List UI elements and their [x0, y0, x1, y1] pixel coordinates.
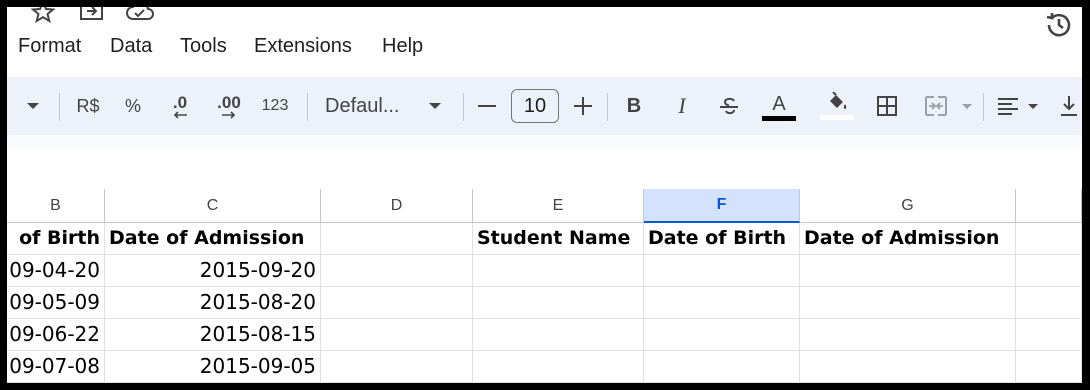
cell-e2[interactable]	[473, 255, 644, 287]
menu-extensions[interactable]: Extensions	[254, 35, 352, 58]
toolbar: R$ % .0 .00 123 Defaul... 10 B I A	[7, 77, 1082, 135]
toolbar-divider	[983, 93, 984, 121]
column-header-b[interactable]: B	[7, 189, 105, 223]
column-header-f[interactable]: F	[644, 189, 800, 223]
text-color-label: A	[772, 92, 786, 115]
cell-c4[interactable]: 2015-08-15	[105, 319, 321, 351]
font-dropdown-icon[interactable]	[425, 77, 445, 135]
menu-format[interactable]: Format	[18, 35, 81, 58]
merge-dropdown-icon[interactable]	[959, 77, 975, 135]
column-header-c[interactable]: C	[105, 189, 321, 223]
cell-h1[interactable]	[1016, 223, 1082, 255]
version-history-icon[interactable]	[1043, 9, 1075, 41]
menu-bar: Format Data Tools Extensions Help	[7, 29, 1082, 63]
cell-f1[interactable]: Date of Birth	[644, 223, 800, 255]
cell-f4[interactable]	[644, 319, 800, 351]
move-icon[interactable]	[79, 7, 105, 23]
percent-button[interactable]: %	[119, 77, 147, 135]
cell-g3[interactable]	[800, 287, 1016, 319]
cell-g2[interactable]	[800, 255, 1016, 287]
column-header-h[interactable]	[1016, 189, 1082, 223]
cell-f3[interactable]	[644, 287, 800, 319]
decrease-decimal-label: .0	[172, 92, 188, 112]
cell-b1[interactable]: of Birth	[7, 223, 105, 255]
cell-e4[interactable]	[473, 319, 644, 351]
vertical-align-icon[interactable]	[1057, 77, 1081, 135]
font-size-input[interactable]: 10	[511, 89, 559, 123]
cell-d2[interactable]	[321, 255, 473, 287]
decrease-font-size-button[interactable]	[475, 77, 499, 135]
menu-tools[interactable]: Tools	[180, 35, 227, 58]
paint-bucket-icon	[830, 92, 847, 109]
cell-e3[interactable]	[473, 287, 644, 319]
cell-h3[interactable]	[1016, 287, 1082, 319]
toolbar-divider	[307, 93, 308, 121]
fill-color-swatch	[820, 115, 854, 120]
arrow-left-icon	[173, 110, 187, 119]
cell-c1[interactable]: Date of Admission	[105, 223, 321, 255]
cell-d1[interactable]	[321, 223, 473, 255]
cell-b3[interactable]: 09-05-09	[7, 287, 105, 319]
cell-b5[interactable]: 09-07-08	[7, 351, 105, 383]
column-header-e[interactable]: E	[473, 189, 644, 223]
font-family-select[interactable]: Defaul...	[325, 77, 411, 135]
cell-h4[interactable]	[1016, 319, 1082, 351]
more-formats-button[interactable]: 123	[257, 77, 293, 135]
cell-f5[interactable]	[644, 351, 800, 383]
cell-g1[interactable]: Date of Admission	[800, 223, 1016, 255]
sheet-grid: B C D E F G of Birth Date of Admission S…	[7, 189, 1082, 383]
cell-c3[interactable]: 2015-08-20	[105, 287, 321, 319]
cell-c5[interactable]: 2015-09-05	[105, 351, 321, 383]
menu-data[interactable]: Data	[110, 35, 152, 58]
cell-g4[interactable]	[800, 319, 1016, 351]
cell-f2[interactable]	[644, 255, 800, 287]
borders-icon[interactable]	[873, 77, 901, 135]
bold-button[interactable]: B	[621, 77, 647, 135]
cell-d3[interactable]	[321, 287, 473, 319]
cell-d5[interactable]	[321, 351, 473, 383]
cell-g5[interactable]	[800, 351, 1016, 383]
arrow-right-icon	[222, 110, 236, 119]
decrease-decimal-button[interactable]: .0	[163, 77, 197, 135]
cell-d4[interactable]	[321, 319, 473, 351]
cell-h2[interactable]	[1016, 255, 1082, 287]
cell-h5[interactable]	[1016, 351, 1082, 383]
currency-button[interactable]: R$	[71, 77, 105, 135]
spreadsheet-window: Format Data Tools Extensions Help R$ % .…	[7, 7, 1082, 383]
align-left-icon[interactable]	[995, 77, 1021, 135]
column-header-g[interactable]: G	[800, 189, 1016, 223]
toolbar-divider	[607, 93, 608, 121]
merge-cells-icon[interactable]	[921, 77, 951, 135]
cell-e1[interactable]: Student Name	[473, 223, 644, 255]
italic-button[interactable]: I	[669, 77, 695, 135]
fill-color-button[interactable]	[819, 77, 855, 135]
toolbar-divider	[463, 93, 464, 121]
formula-bar-area	[7, 135, 1082, 149]
title-icons	[7, 7, 1082, 27]
increase-font-size-button[interactable]	[571, 77, 595, 135]
column-header-d[interactable]: D	[321, 189, 473, 223]
cloud-saved-icon[interactable]	[125, 7, 155, 23]
strikethrough-icon[interactable]	[715, 77, 743, 135]
cell-c2[interactable]: 2015-09-20	[105, 255, 321, 287]
align-dropdown-icon[interactable]	[1025, 77, 1041, 135]
menu-help[interactable]: Help	[382, 35, 423, 58]
increase-decimal-label: .00	[217, 92, 241, 112]
cell-b2[interactable]: 09-04-20	[7, 255, 105, 287]
text-color-button[interactable]: A	[761, 77, 797, 135]
cell-e5[interactable]	[473, 351, 644, 383]
zoom-dropdown-icon[interactable]	[23, 77, 43, 135]
increase-decimal-button[interactable]: .00	[211, 77, 247, 135]
text-color-swatch	[762, 115, 796, 121]
star-icon[interactable]	[31, 7, 55, 23]
cell-b4[interactable]: 09-06-22	[7, 319, 105, 351]
toolbar-divider	[59, 93, 60, 121]
